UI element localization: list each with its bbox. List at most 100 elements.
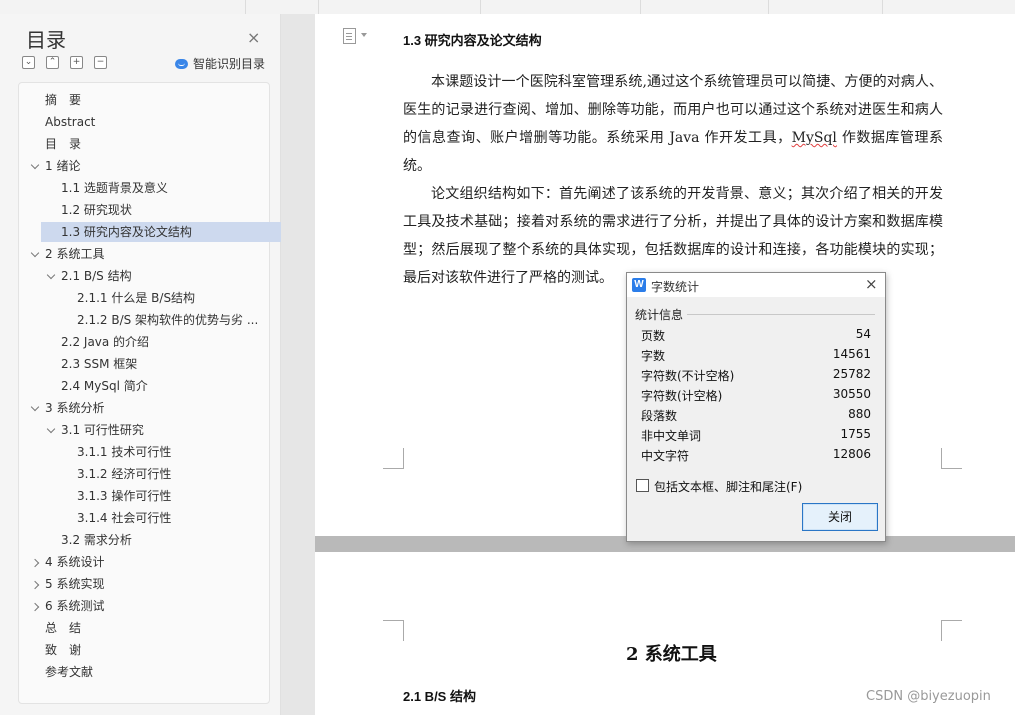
chevron-down-icon[interactable] xyxy=(30,248,40,258)
toc-item[interactable]: 3.2 需求分析 xyxy=(61,530,132,550)
toc-item[interactable]: 摘 要 xyxy=(45,90,81,110)
toc-item[interactable]: Abstract xyxy=(45,112,95,132)
toc-item[interactable]: 3.1.4 社会可行性 xyxy=(77,508,171,528)
dialog-close-icon[interactable]: × xyxy=(865,275,878,293)
toc-item-label: 2 系统工具 xyxy=(45,247,105,261)
spelling-flagged-word[interactable]: MySql xyxy=(792,130,837,146)
toc-item[interactable]: 2.1 B/S 结构 xyxy=(46,266,132,286)
top-ruler xyxy=(0,0,1015,15)
toc-item-label: 总 结 xyxy=(45,621,82,635)
toc-item-label: 1.3 研究内容及论文结构 xyxy=(61,225,192,239)
cloud-icon xyxy=(175,58,188,69)
dialog-titlebar[interactable]: W 字数统计 × xyxy=(627,273,885,297)
sidebar-close-icon[interactable]: × xyxy=(247,28,260,47)
chevron-down-icon[interactable] xyxy=(30,402,40,412)
stat-label: 非中文单词 xyxy=(641,429,702,443)
caret-down-icon[interactable] xyxy=(361,33,367,37)
toc-item[interactable]: 3.1 可行性研究 xyxy=(46,420,144,440)
body-paragraph: 本课题设计一个医院科室管理系统,通过这个系统管理员可以简捷、方便的对病人、医生的… xyxy=(403,68,943,180)
document-icon[interactable] xyxy=(343,28,356,44)
toc-item[interactable]: 2.2 Java 的介绍 xyxy=(61,332,149,352)
chevron-down-icon[interactable] xyxy=(30,160,40,170)
toc-item[interactable]: 2.4 MySql 简介 xyxy=(61,376,148,396)
stat-row: 字符数(不计空格) 25782 xyxy=(641,367,871,387)
collapse-all-icon[interactable]: ⌄ xyxy=(22,56,35,69)
wps-logo-icon: W xyxy=(632,278,646,292)
toc-item-label: 3.1.4 社会可行性 xyxy=(77,511,172,525)
toc-item[interactable]: 2.1.2 B/S 架构软件的优势与劣 ... xyxy=(77,310,258,330)
toc-item[interactable]: 1.2 研究现状 xyxy=(61,200,132,220)
stat-value: 25782 xyxy=(832,367,871,381)
remove-level-icon[interactable]: − xyxy=(94,56,107,69)
stat-value: 1755 xyxy=(840,427,871,441)
include-textbox-label[interactable]: 包括文本框、脚注和尾注(F) xyxy=(654,478,802,495)
toc-item-label: 3.1 可行性研究 xyxy=(61,423,144,437)
toc-item[interactable]: 1.1 选题背景及意义 xyxy=(61,178,168,198)
toc-item[interactable]: 6 系统测试 xyxy=(30,596,104,616)
sidebar-title: 目录 xyxy=(26,28,66,52)
chevron-down-icon[interactable] xyxy=(46,424,56,434)
ruler-tick xyxy=(245,0,246,14)
page-margin-corner xyxy=(941,448,962,469)
toc-item-label: 2.2 Java 的介绍 xyxy=(61,335,150,349)
toc-item-label: 2.1.1 什么是 B/S结构 xyxy=(77,291,196,305)
toc-item[interactable]: 总 结 xyxy=(45,618,81,638)
stat-label: 段落数 xyxy=(641,409,678,423)
stat-value: 12806 xyxy=(832,447,871,461)
toc-item[interactable]: 4 系统设计 xyxy=(30,552,105,572)
toc-item-label: 3 系统分析 xyxy=(45,401,105,415)
toc-item[interactable]: 2.3 SSM 框架 xyxy=(61,354,137,374)
toc-item[interactable]: 3.1.1 技术可行性 xyxy=(77,442,171,462)
toc-sidebar: 目录 × ⌄ ⌃ + − 智能识别目录 摘 要 Abstract 目 录 1 绪论 1.… xyxy=(0,14,281,715)
page-margin-corner xyxy=(383,448,404,469)
toc-item-label: 2.4 MySql 简介 xyxy=(61,379,148,393)
stat-row: 字数 14561 xyxy=(641,347,871,367)
stat-label: 页数 xyxy=(641,329,666,343)
toc-item-label: 1.1 选题背景及意义 xyxy=(61,181,168,195)
toc-item-label: 致 谢 xyxy=(45,643,82,657)
add-level-icon[interactable]: + xyxy=(70,56,83,69)
stat-row: 页数 54 xyxy=(641,327,871,347)
page-margin-corner xyxy=(941,620,962,641)
ruler-tick xyxy=(768,0,769,14)
smart-toc-button[interactable]: 智能识别目录 xyxy=(175,55,265,72)
stats-group-label: 统计信息 xyxy=(635,308,684,322)
toc-item[interactable]: 1.3 研究内容及论文结构 xyxy=(41,222,281,242)
stat-value: 30550 xyxy=(832,387,871,401)
chapter-heading: 2 系统工具 xyxy=(626,644,717,665)
toc-item[interactable]: 2.1.1 什么是 B/S结构 xyxy=(77,288,195,308)
toc-item[interactable]: 目 录 xyxy=(45,134,81,154)
stat-row: 字符数(计空格) 30550 xyxy=(641,387,871,407)
toc-item-label: 参考文献 xyxy=(45,665,94,679)
ruler-tick xyxy=(882,0,883,14)
watermark: CSDN @biyezuopin xyxy=(866,689,991,704)
chevron-right-icon[interactable] xyxy=(30,602,40,612)
chevron-down-icon[interactable] xyxy=(46,270,56,280)
toc-tree: 摘 要 Abstract 目 录 1 绪论 1.1 选题背景及意义 1.2 研究现状 1.3… xyxy=(18,82,281,704)
toc-item[interactable]: 参考文献 xyxy=(45,662,93,682)
close-button[interactable]: 关闭 xyxy=(802,503,878,531)
toc-item[interactable]: 致 谢 xyxy=(45,640,81,660)
stat-value: 14561 xyxy=(832,347,871,361)
page-margin-corner xyxy=(383,620,404,641)
chevron-right-icon[interactable] xyxy=(30,580,40,590)
include-textbox-checkbox[interactable] xyxy=(636,479,649,492)
toc-item[interactable]: 1 绪论 xyxy=(30,156,80,176)
toc-item-label: 4 系统设计 xyxy=(45,555,105,569)
chevron-right-icon[interactable] xyxy=(30,558,40,568)
toc-item[interactable]: 3 系统分析 xyxy=(30,398,105,418)
stat-label: 字符数(不计空格) xyxy=(641,369,735,383)
ruler-tick xyxy=(318,0,319,14)
toc-item-label: Abstract xyxy=(45,115,96,129)
stat-value: 880 xyxy=(848,407,871,421)
toc-item[interactable]: 2 系统工具 xyxy=(30,244,105,264)
toc-item-label: 3.2 需求分析 xyxy=(61,533,132,547)
word-count-dialog: W 字数统计 × 统计信息 页数 54 字数 14561 字符数(不计空格) 25782 字… xyxy=(626,272,886,542)
section-heading: 1.3 研究内容及论文结构 xyxy=(403,33,542,48)
expand-up-icon[interactable]: ⌃ xyxy=(46,56,59,69)
toc-item[interactable]: 3.1.2 经济可行性 xyxy=(77,464,171,484)
toc-item[interactable]: 5 系统实现 xyxy=(30,574,104,594)
stat-value: 54 xyxy=(855,327,871,341)
toc-item[interactable]: 3.1.3 操作可行性 xyxy=(77,486,171,506)
stat-row: 中文字符 12806 xyxy=(641,447,871,467)
